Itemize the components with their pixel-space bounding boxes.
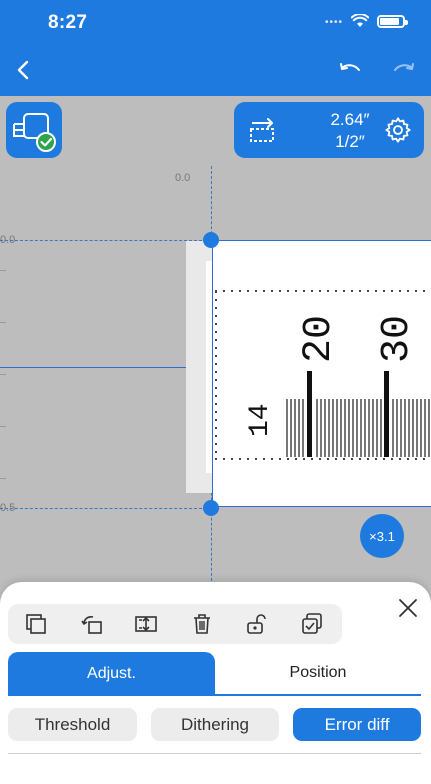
status-icons: ••••: [324, 14, 408, 28]
tab-position[interactable]: Position: [215, 652, 421, 696]
label-number-14: 14: [245, 403, 276, 437]
tab-adjust[interactable]: Adjust.: [8, 652, 215, 696]
app-header: 8:27 ••••: [0, 0, 431, 96]
label-height: 1/2″: [335, 132, 365, 151]
back-icon[interactable]: [12, 58, 36, 82]
label-size-panel[interactable]: 2.64″ 1/2″: [234, 102, 424, 158]
signal-icon: ••••: [324, 16, 343, 28]
label-select-icon: [13, 113, 56, 152]
close-icon[interactable]: [396, 596, 420, 620]
label-width: 2.64″: [330, 110, 370, 129]
trash-icon[interactable]: [190, 612, 214, 636]
unlock-icon[interactable]: [244, 612, 268, 636]
ruler-graphic: 14 20 30: [215, 290, 431, 460]
layers-icon[interactable]: [300, 612, 324, 636]
ruler-top-zero: 0.0: [175, 172, 191, 184]
rotate-label-icon[interactable]: [246, 114, 280, 146]
redo-icon[interactable]: [392, 61, 416, 79]
battery-icon: [377, 14, 408, 28]
undo-icon[interactable]: [338, 61, 362, 79]
edit-toolbar: [8, 604, 342, 644]
canvas-area[interactable]: 2.64″ 1/2″ 0.0 0.0 0.5 14 20 30 ×3.1: [0, 96, 431, 616]
dithering-button[interactable]: Dithering: [151, 708, 279, 741]
copy-icon[interactable]: [24, 612, 48, 636]
zoom-badge[interactable]: ×3.1: [360, 514, 404, 558]
settings-gear-icon[interactable]: [384, 116, 412, 144]
guide-bottom: [0, 508, 212, 509]
label-number-20: 20: [297, 315, 342, 363]
threshold-button[interactable]: Threshold: [8, 708, 137, 741]
label-select-button[interactable]: [6, 102, 62, 158]
guide-top: [0, 240, 212, 241]
wifi-icon: [351, 14, 369, 27]
edit-sheet: Adjust. Position Threshold Dithering Err…: [0, 582, 431, 784]
ruler-left-ticks: [0, 256, 10, 496]
label-image[interactable]: 14 20 30: [212, 240, 431, 507]
fit-height-icon[interactable]: [134, 612, 158, 636]
rotate-left-icon[interactable]: [80, 612, 104, 636]
resize-handle-top[interactable]: [203, 232, 219, 248]
resize-handle-bottom[interactable]: [203, 500, 219, 516]
sheet-divider: [8, 753, 421, 754]
label-number-30: 30: [375, 315, 420, 363]
status-time: 8:27: [48, 12, 88, 33]
error-diff-button[interactable]: Error diff: [293, 708, 421, 741]
